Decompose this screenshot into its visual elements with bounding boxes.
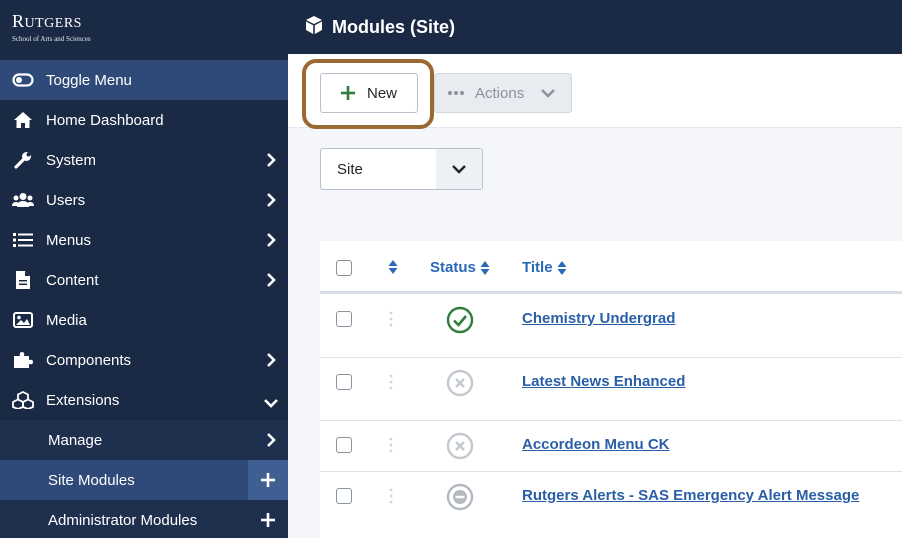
page-header: Modules (Site) xyxy=(288,0,902,54)
puzzle-icon xyxy=(12,351,34,369)
title-sort-header[interactable]: Title xyxy=(522,259,567,276)
image-icon xyxy=(12,312,34,328)
unpublished-x-icon[interactable] xyxy=(446,369,474,397)
sidebar-item-toggle-menu[interactable]: Toggle Menu xyxy=(0,60,288,100)
sidebar-item-label: Menus xyxy=(46,231,92,249)
file-icon xyxy=(12,271,34,289)
users-icon xyxy=(12,192,34,208)
plus-icon xyxy=(261,473,275,487)
sidebar-item-label: Users xyxy=(46,191,86,209)
modules-table: Status Title Chemistry Undergrad Latest … xyxy=(320,241,902,538)
list-icon xyxy=(12,232,34,248)
chevron-right-icon xyxy=(266,272,276,293)
chevron-right-icon xyxy=(266,432,276,453)
drag-handle-icon[interactable] xyxy=(388,374,394,390)
sort-icon xyxy=(480,260,490,275)
actions-button-label: Actions xyxy=(475,84,525,102)
row-checkbox[interactable] xyxy=(336,437,352,453)
new-button-label: New xyxy=(366,84,397,102)
drag-handle-icon[interactable] xyxy=(388,488,394,504)
module-title-link[interactable]: Accordeon Menu CK xyxy=(522,436,670,453)
trashed-minus-icon[interactable] xyxy=(446,483,474,511)
sidebar-item-home-dashboard[interactable]: Home Dashboard xyxy=(0,100,288,140)
plus-icon xyxy=(261,513,275,527)
client-filter-value: Site xyxy=(337,161,363,178)
sidebar-subitem-manage[interactable]: Manage xyxy=(0,420,288,460)
sidebar-item-label: Home Dashboard xyxy=(46,111,164,129)
sidebar-item-components[interactable]: Components xyxy=(0,340,288,380)
module-title-link[interactable]: Rutgers Alerts - SAS Emergency Alert Mes… xyxy=(522,487,859,504)
table-header: Status Title xyxy=(320,241,902,294)
sidebar-item-label: Extensions xyxy=(46,391,120,409)
sidebar-item-users[interactable]: Users xyxy=(0,180,288,220)
sidebar-subitem-label: Manage xyxy=(48,431,103,449)
sidebar-item-label: System xyxy=(46,151,97,169)
chevron-right-icon xyxy=(266,192,276,213)
chevron-down-icon xyxy=(263,395,279,413)
sidebar-item-label: Components xyxy=(46,351,132,369)
sidebar-item-content[interactable]: Content xyxy=(0,260,288,300)
logo-brand-rest: UTGERS xyxy=(24,16,82,31)
select-all-checkbox[interactable] xyxy=(336,260,352,276)
status-sort-header[interactable]: Status xyxy=(430,259,490,276)
client-filter-select[interactable]: Site xyxy=(320,148,483,190)
sidebar-item-extensions[interactable]: Extensions xyxy=(0,380,288,420)
table-row: Latest News Enhanced xyxy=(320,358,902,421)
actions-button[interactable]: Actions xyxy=(434,73,572,113)
sidebar: RUTGERS School of Arts and Sciences Togg… xyxy=(0,0,288,538)
row-checkbox[interactable] xyxy=(336,488,352,504)
sidebar-subitem-site-modules[interactable]: Site Modules xyxy=(0,460,288,500)
title-header-label: Title xyxy=(522,259,553,276)
sidebar-item-media[interactable]: Media xyxy=(0,300,288,340)
row-checkbox[interactable] xyxy=(336,374,352,390)
plus-icon xyxy=(340,86,355,100)
sidebar-item-label: Toggle Menu xyxy=(46,71,132,89)
drag-handle-icon[interactable] xyxy=(388,311,394,327)
logo-subtitle: School of Arts and Sciences xyxy=(12,35,91,43)
chevron-right-icon xyxy=(266,232,276,253)
sidebar-subitem-label: Administrator Modules xyxy=(48,511,198,529)
drag-handle-icon[interactable] xyxy=(388,437,394,453)
table-row: Chemistry Undergrad xyxy=(320,295,902,358)
sidebar-item-menus[interactable]: Menus xyxy=(0,220,288,260)
chevron-right-icon xyxy=(266,152,276,173)
sidebar-subitem-administrator-modules[interactable]: Administrator Modules xyxy=(0,500,288,538)
new-button[interactable]: New xyxy=(320,73,418,113)
page-title: Modules (Site) xyxy=(332,16,456,37)
home-icon xyxy=(12,111,34,129)
sidebar-subitem-label: Site Modules xyxy=(48,471,135,489)
status-header-label: Status xyxy=(430,259,476,276)
table-row: Rutgers Alerts - SAS Emergency Alert Mes… xyxy=(320,472,902,538)
add-administrator-module-button[interactable] xyxy=(248,500,288,538)
unpublished-x-icon[interactable] xyxy=(446,432,474,460)
toolbar: New Actions xyxy=(288,54,902,128)
sort-icon xyxy=(388,260,398,274)
sort-icon xyxy=(557,260,567,275)
chevron-down-icon xyxy=(436,149,482,189)
toggle-icon xyxy=(12,73,34,87)
row-checkbox[interactable] xyxy=(336,311,352,327)
logo-brand-first: R xyxy=(12,11,25,31)
ellipsis-icon xyxy=(448,91,464,95)
wrench-icon xyxy=(12,151,34,169)
table-row: Accordeon Menu CK xyxy=(320,421,902,472)
cubes-icon xyxy=(12,391,34,409)
published-check-icon[interactable] xyxy=(446,306,474,334)
ordering-sort-header[interactable] xyxy=(388,259,398,275)
chevron-down-icon xyxy=(541,89,556,98)
sidebar-item-system[interactable]: System xyxy=(0,140,288,180)
module-title-link[interactable]: Latest News Enhanced xyxy=(522,373,685,390)
module-title-link[interactable]: Chemistry Undergrad xyxy=(522,310,675,327)
cube-icon xyxy=(304,15,324,40)
rutgers-logo[interactable]: RUTGERS School of Arts and Sciences xyxy=(0,0,288,60)
add-site-module-button[interactable] xyxy=(248,460,288,500)
sidebar-item-label: Content xyxy=(46,271,99,289)
chevron-right-icon xyxy=(266,352,276,373)
sidebar-item-label: Media xyxy=(46,311,87,329)
